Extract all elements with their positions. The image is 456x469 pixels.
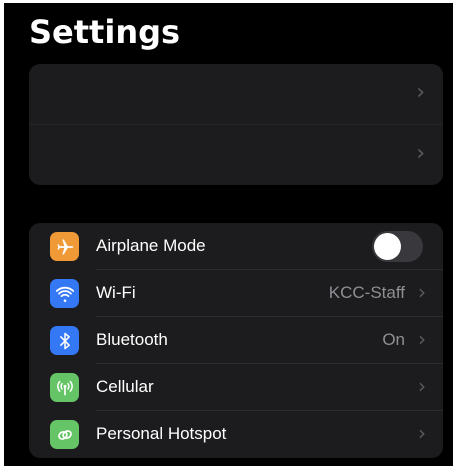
account-row-profile[interactable]: › [29,64,443,124]
settings-screen: Settings › › Airplane Mode Wi-Fi KCC-Sta… [4,3,453,466]
chevron-right-icon: › [418,421,426,445]
airplane-mode-label: Airplane Mode [96,236,206,255]
bluetooth-status-value: On [382,330,405,349]
toggle-knob [374,233,401,260]
chevron-right-icon: › [418,280,426,304]
row-cellular[interactable]: Cellular › [29,364,443,410]
hotspot-chain-icon [50,420,79,449]
row-bluetooth[interactable]: Bluetooth On › [29,317,443,363]
row-wifi[interactable]: Wi-Fi KCC-Staff › [29,270,443,316]
chevron-right-icon: › [416,80,425,105]
chevron-right-icon: › [416,141,425,166]
account-row-secondary[interactable]: › [29,125,443,185]
cellular-label: Cellular [96,377,154,396]
wifi-label: Wi-Fi [96,283,136,302]
wifi-network-value: KCC-Staff [328,283,405,302]
wifi-icon [50,279,79,308]
chevron-right-icon: › [418,374,426,398]
airplane-mode-toggle[interactable] [372,231,423,262]
cellular-antenna-icon [50,373,79,402]
personal-hotspot-label: Personal Hotspot [96,424,227,443]
bluetooth-label: Bluetooth [96,330,168,349]
chevron-right-icon: › [418,327,426,351]
page-title: Settings [29,13,181,51]
connectivity-group: Airplane Mode Wi-Fi KCC-Staff › Bluetoot… [29,223,443,458]
bluetooth-icon [50,326,79,355]
row-airplane-mode: Airplane Mode [29,223,443,269]
airplane-icon [50,232,79,261]
account-group: › › [29,64,443,185]
row-personal-hotspot[interactable]: Personal Hotspot › [29,411,443,457]
